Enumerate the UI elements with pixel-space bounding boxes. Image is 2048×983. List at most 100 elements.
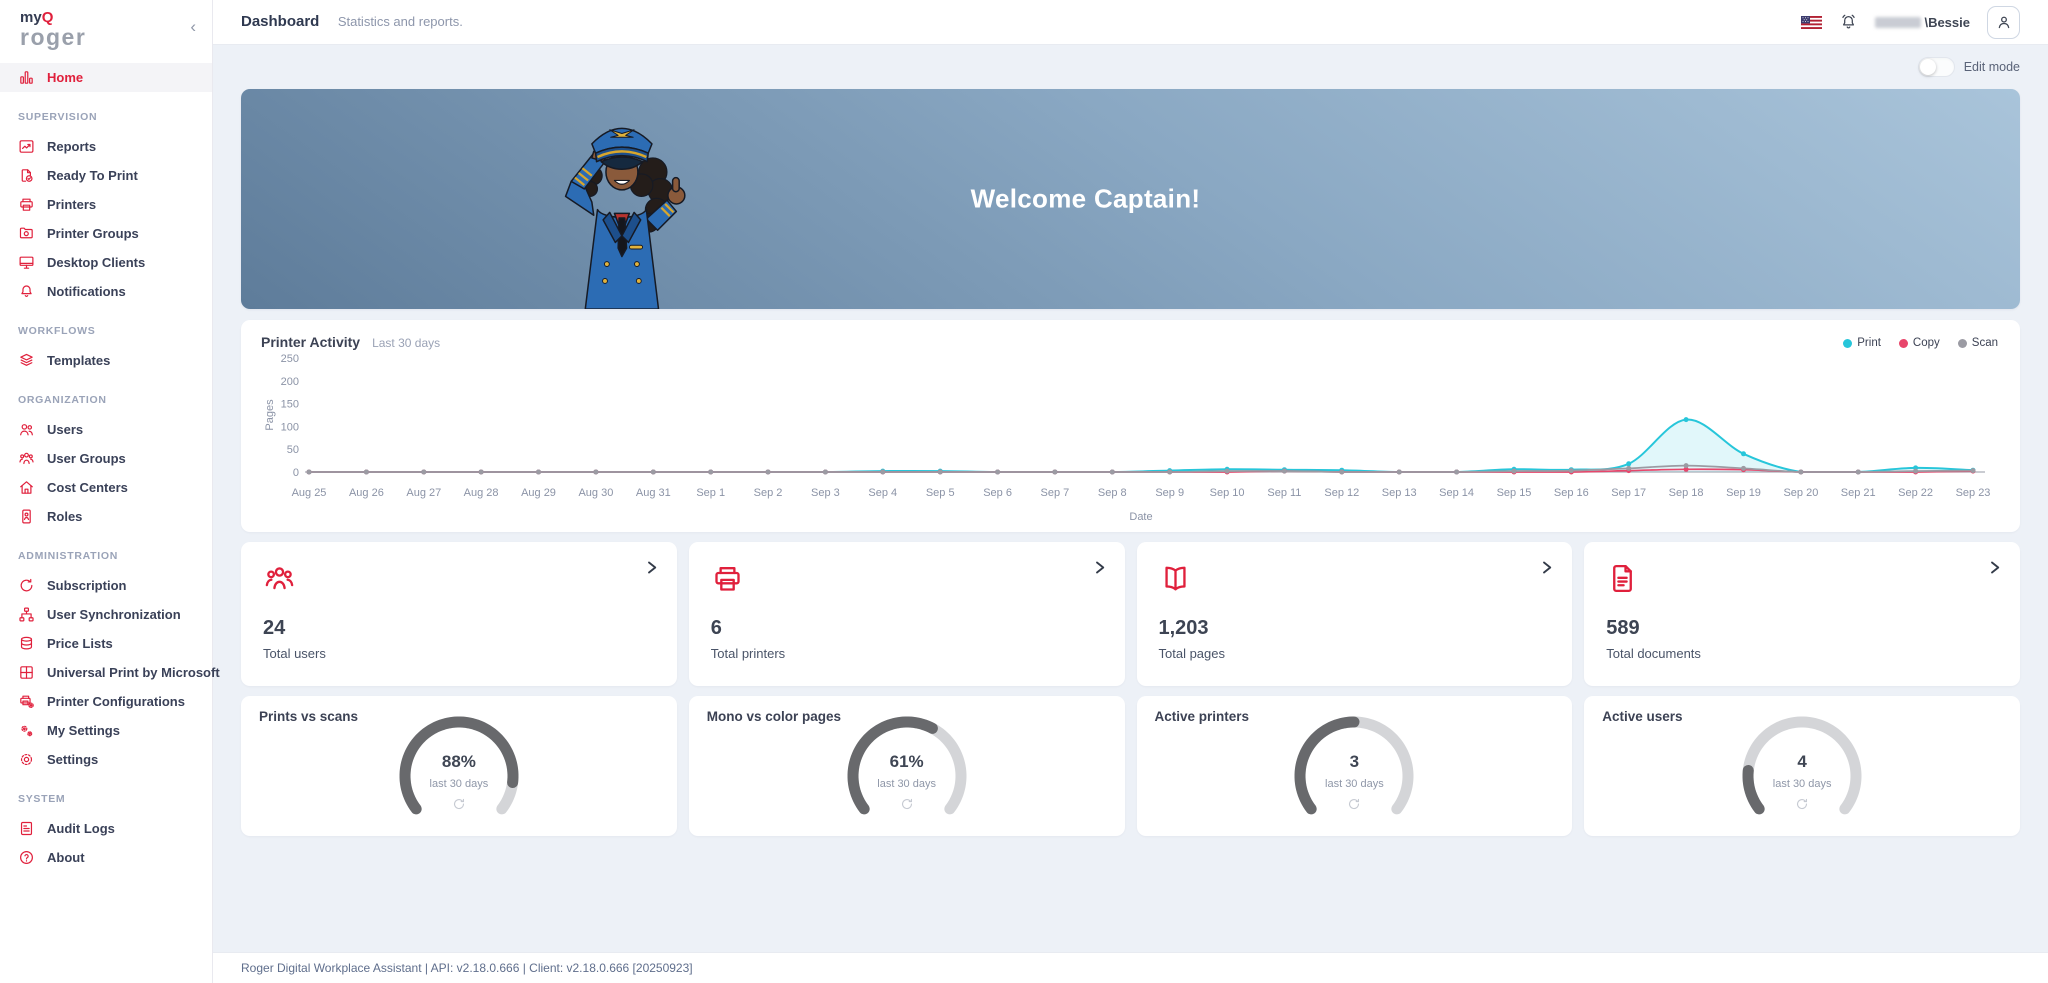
svg-text:Sep 22: Sep 22 [1898,487,1933,499]
bar-chart-icon [18,69,35,86]
chevron-right-icon[interactable] [644,560,659,575]
sidebar-item-reports[interactable]: Reports [0,132,212,161]
svg-text:Sep 7: Sep 7 [1041,487,1070,499]
legend-item-scan[interactable]: Scan [1958,337,1998,349]
legend-item-print[interactable]: Print [1843,337,1881,349]
stat-value: 1,203 [1159,617,1551,640]
sidebar-item-universal-print-by-microsoft[interactable]: Universal Print by Microsoft [0,658,212,687]
footer-version-text[interactable]: Roger Digital Workplace Assistant | API:… [241,961,693,975]
stat-card-total-printers[interactable]: 6 Total printers [689,542,1125,686]
sidebar-item-printer-groups[interactable]: Printer Groups [0,219,212,248]
username[interactable]: \Bessie [1875,15,1970,30]
refresh-icon[interactable] [389,797,529,815]
myq-roger-logo[interactable]: myQ roger [20,10,86,49]
printer-config-icon [18,693,35,710]
chevron-right-icon[interactable] [1539,560,1554,575]
refresh-icon[interactable] [1732,797,1872,815]
templates-icon [18,352,35,369]
sidebar-item-label: Printer Groups [47,226,139,241]
sidebar-item-label: User Groups [47,451,126,466]
welcome-banner: Welcome Captain! [241,89,2020,309]
sidebar-item-audit-logs[interactable]: Audit Logs [0,814,212,843]
sidebar-item-ready-to-print[interactable]: Ready To Print [0,161,212,190]
sidebar-header: myQ roger ‹ [0,0,212,51]
sidebar-item-desktop-clients[interactable]: Desktop Clients [0,248,212,277]
page-subtitle: Statistics and reports. [338,14,463,29]
bell-icon[interactable] [1839,13,1858,32]
svg-text:Sep 12: Sep 12 [1324,487,1359,499]
svg-text:Sep 23: Sep 23 [1956,487,1991,499]
home-icon [18,479,35,496]
svg-text:50: 50 [287,444,299,456]
stats-row: 24 Total users 6 Total printers 1,203 To… [241,542,2020,686]
sidebar-item-home[interactable]: Home [0,63,212,92]
stat-label: Total printers [711,646,1103,661]
sidebar-item-my-settings[interactable]: My Settings [0,716,212,745]
username-redacted [1875,17,1921,28]
sidebar-item-label: Subscription [47,578,126,593]
sidebar-item-templates[interactable]: Templates [0,346,212,375]
content: Edit mode [213,45,2048,952]
sidebar-item-roles[interactable]: Roles [0,502,212,531]
sidebar-item-label: About [47,850,85,865]
logo-myq: myQ [20,10,86,25]
sidebar-item-settings[interactable]: Settings [0,745,212,774]
chevron-right-icon[interactable] [1092,560,1107,575]
stat-value: 589 [1606,617,1998,640]
copy-series-dot [1899,339,1908,348]
svg-text:Sep 9: Sep 9 [1155,487,1184,499]
document-icon [1606,562,1639,595]
printer-groups-icon [18,225,35,242]
stat-card-total-documents[interactable]: 589 Total documents [1584,542,2020,686]
svg-text:200: 200 [281,376,299,388]
svg-text:Sep 15: Sep 15 [1497,487,1532,499]
stat-label: Total pages [1159,646,1551,661]
svg-text:Aug 31: Aug 31 [636,487,671,499]
printer-activity-chart: Pages050100150200250Aug 25Aug 26Aug 27Au… [261,342,2001,534]
sidebar-section-title: WORKFLOWS [0,306,212,346]
sidebar-item-users[interactable]: Users [0,415,212,444]
gauge-value: 61% [837,752,977,772]
sidebar-item-notifications[interactable]: Notifications [0,277,212,306]
sidebar-item-label: Audit Logs [47,821,115,836]
sidebar-item-user-groups[interactable]: User Groups [0,444,212,473]
sidebar-item-label: Templates [47,353,110,368]
legend-item-copy[interactable]: Copy [1899,337,1940,349]
sidebar-item-printers[interactable]: Printers [0,190,212,219]
topbar-left: Dashboard Statistics and reports. [241,13,463,31]
stat-label: Total documents [1606,646,1998,661]
refresh-icon[interactable] [1284,797,1424,815]
svg-text:Sep 19: Sep 19 [1726,487,1761,499]
sidebar-item-cost-centers[interactable]: Cost Centers [0,473,212,502]
stat-card-total-users[interactable]: 24 Total users [241,542,677,686]
user-menu-button[interactable] [1987,6,2020,39]
gauge-card-mono-vs-color: Mono vs color pages 61% last 30 days [689,696,1125,836]
edit-mode-toggle[interactable] [1918,57,1955,77]
gauge: 61% last 30 days [837,716,977,816]
main-column: Dashboard Statistics and reports. \Bessi… [213,0,2048,983]
svg-text:Aug 27: Aug 27 [406,487,441,499]
chevron-right-icon[interactable] [1987,560,2002,575]
chevron-left-icon[interactable]: ‹ [190,18,196,35]
sidebar-item-printer-configurations[interactable]: Printer Configurations [0,687,212,716]
gauge-value: 3 [1284,752,1424,772]
sidebar-item-subscription[interactable]: Subscription [0,571,212,600]
gauge-value: 88% [389,752,529,772]
svg-text:250: 250 [281,353,299,365]
sidebar-item-user-synchronization[interactable]: User Synchronization [0,600,212,629]
edit-mode-label: Edit mode [1964,60,2020,74]
sidebar-item-about[interactable]: About [0,843,212,872]
person-icon [1995,13,2013,31]
svg-text:Sep 10: Sep 10 [1210,487,1245,499]
svg-text:Aug 30: Aug 30 [578,487,613,499]
refresh-icon[interactable] [837,797,977,815]
us-flag-icon[interactable] [1801,16,1822,29]
gauge: 4 last 30 days [1732,716,1872,816]
stat-card-total-pages[interactable]: 1,203 Total pages [1137,542,1573,686]
user-sync-icon [18,606,35,623]
sidebar-item-label: Reports [47,139,96,154]
gauge-card-prints-vs-scans: Prints vs scans 88% last 30 days [241,696,677,836]
sidebar-item-price-lists[interactable]: Price Lists [0,629,212,658]
sidebar-item-label: Desktop Clients [47,255,145,270]
sidebar-item-label: Printer Configurations [47,694,185,709]
